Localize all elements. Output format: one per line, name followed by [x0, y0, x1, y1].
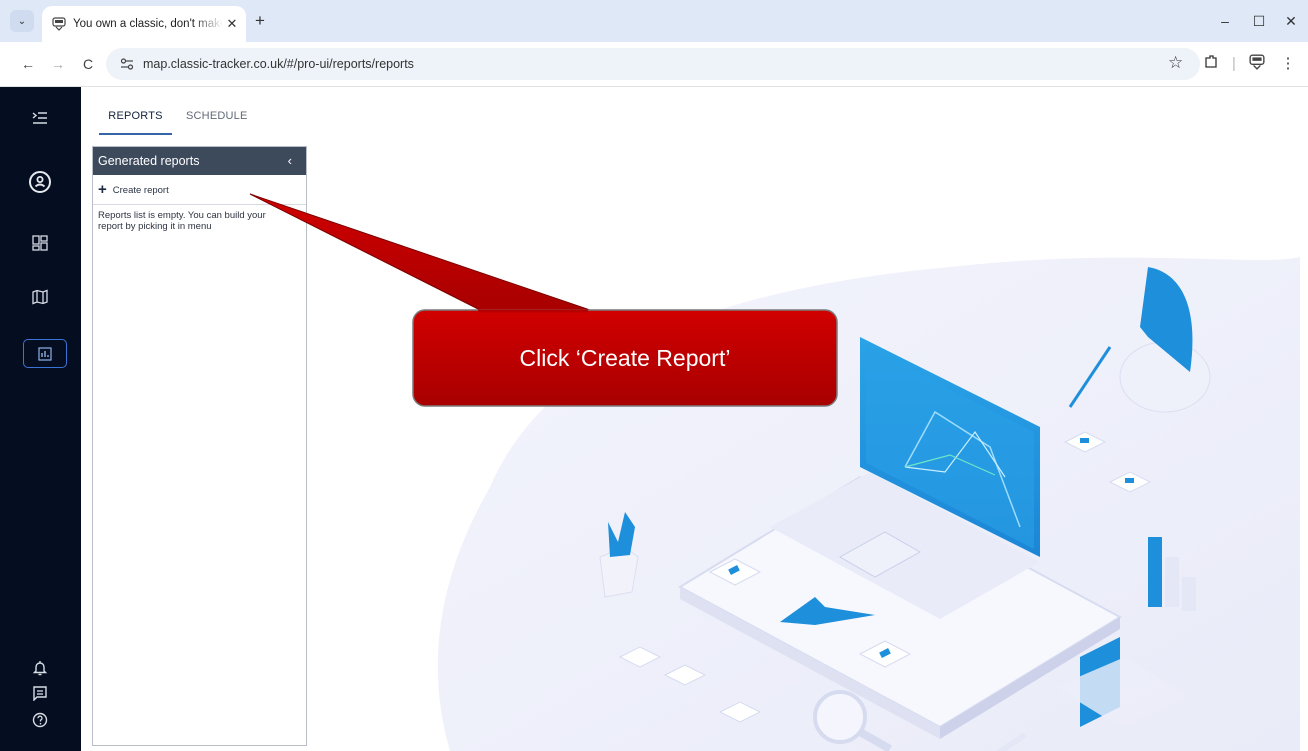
profile-extension-icon[interactable]	[1247, 54, 1267, 74]
bookmark-star-icon[interactable]: ☆	[1168, 53, 1183, 73]
extensions-icon[interactable]	[1201, 54, 1221, 74]
callout-text: Click ‘Create Report’	[519, 344, 731, 371]
minimize-button[interactable]: –	[1213, 11, 1237, 31]
browser-toolbar: ← → C map.classic-tracker.co.uk/#/pro-ui…	[0, 42, 1308, 87]
site-favicon-icon	[52, 17, 66, 31]
callout-pointer	[249, 193, 591, 311]
maximize-button[interactable]: ☐	[1247, 11, 1271, 31]
address-bar[interactable]: map.classic-tracker.co.uk/#/pro-ui/repor…	[106, 48, 1200, 80]
url-text: map.classic-tracker.co.uk/#/pro-ui/repor…	[143, 57, 414, 71]
browser-tab-bar: ⌄ You own a classic, don't make it ✕ + –…	[0, 0, 1308, 42]
new-tab-button[interactable]: +	[250, 11, 270, 31]
reload-button[interactable]: C	[78, 54, 98, 74]
tab-close-icon[interactable]: ✕	[224, 16, 240, 32]
close-window-button[interactable]: ✕	[1279, 11, 1303, 31]
back-button[interactable]: ←	[18, 54, 38, 74]
callout-annotation	[249, 193, 838, 407]
forward-button[interactable]: →	[48, 54, 68, 74]
app-root: REPORTS SCHEDULE Generated reports ‹ + C…	[0, 87, 1308, 751]
browser-menu-icon[interactable]: ⋮	[1278, 54, 1298, 74]
browser-tab[interactable]: You own a classic, don't make it ✕	[42, 6, 246, 42]
site-settings-icon[interactable]	[120, 57, 134, 71]
toolbar-divider: |	[1232, 55, 1236, 72]
tab-title: You own a classic, don't make it	[73, 18, 223, 30]
tab-search-icon[interactable]: ⌄	[10, 10, 34, 32]
